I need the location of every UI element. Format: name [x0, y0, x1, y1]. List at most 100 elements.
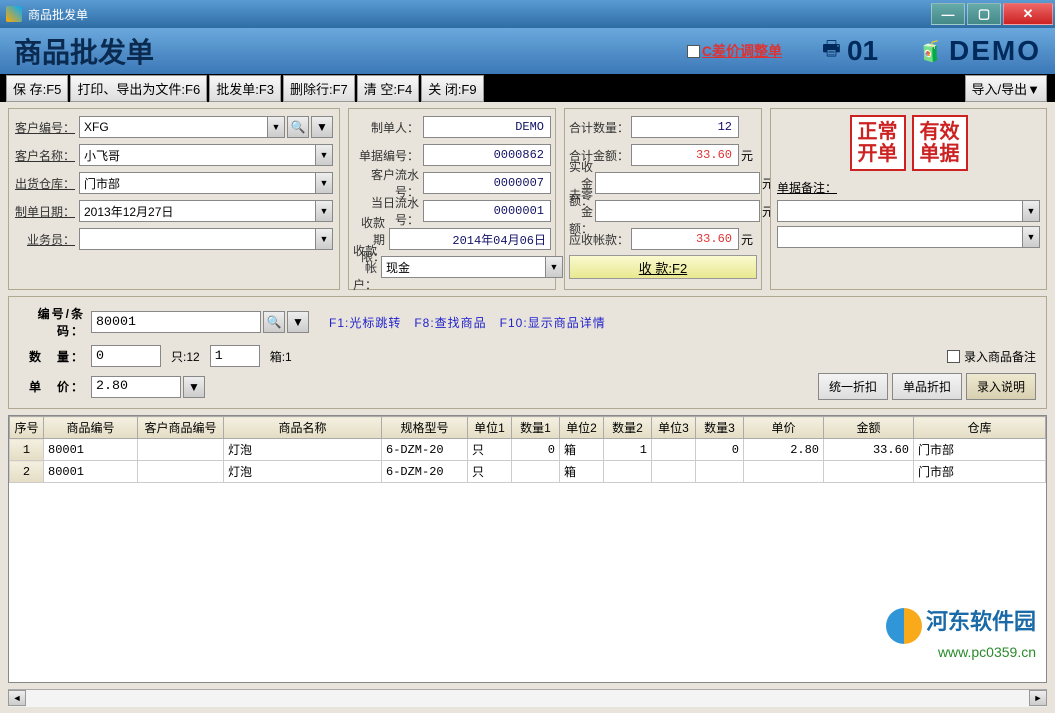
customer-search-icon[interactable]: 🔍: [287, 116, 309, 138]
grid-header[interactable]: 序号: [10, 417, 44, 439]
grid-table[interactable]: 序号商品编号客户商品编号商品名称规格型号单位1数量1单位2数量2单位3数量3单价…: [9, 416, 1046, 483]
grid-header[interactable]: 金额: [824, 417, 914, 439]
entry-hints: F1:光标跳转 F8:查找商品 F10:显示商品详情: [329, 314, 606, 331]
quantity-label: 数 量：: [19, 348, 91, 365]
bill-panel: 制单人：DEMO 单据编号：0000862 客户流水号：0000007 当日流水…: [348, 108, 556, 290]
price-dropdown-icon[interactable]: ▼: [183, 376, 205, 398]
bill-no-value: 0000862: [423, 144, 551, 166]
paid-input[interactable]: [595, 172, 760, 194]
page-title: 商品批发单: [14, 31, 154, 71]
table-row[interactable]: 180001灯泡6-DZM-20只0箱102.8033.60门市部: [10, 439, 1046, 461]
user-name: DEMO: [949, 35, 1041, 67]
import-export-button[interactable]: 导入/导出▼: [965, 75, 1047, 102]
scroll-right-icon[interactable]: ►: [1029, 690, 1047, 706]
customer-code-dropdown[interactable]: ▼: [267, 116, 285, 138]
header: 商品批发单 C差价调整单 🖶 01 🧃 DEMO: [0, 28, 1055, 74]
price-adjust-label[interactable]: C差价调整单: [702, 41, 782, 61]
customer-name-dropdown[interactable]: ▼: [315, 144, 333, 166]
box-qty-input[interactable]: [210, 345, 260, 367]
product-code-input[interactable]: [91, 311, 261, 333]
account-label: 收款帐户：: [353, 242, 381, 293]
station-number: 01: [847, 35, 878, 67]
price-label: 单 价：: [19, 378, 91, 395]
bulk-discount-button[interactable]: 统一折扣: [818, 373, 888, 400]
grid-header[interactable]: 单位3: [652, 417, 696, 439]
horizontal-scrollbar[interactable]: ◄ ►: [8, 689, 1047, 707]
salesman-label: 业务员：: [15, 231, 79, 248]
grid-header[interactable]: 客户商品编号: [138, 417, 224, 439]
wholesale-button[interactable]: 批发单:F3: [209, 75, 281, 102]
notes-dropdown-1[interactable]: ▼: [1022, 200, 1040, 222]
warehouse-dropdown[interactable]: ▼: [315, 172, 333, 194]
grid-header[interactable]: 商品编号: [44, 417, 138, 439]
round-input[interactable]: [595, 200, 760, 222]
product-more-icon[interactable]: ▼: [287, 311, 309, 333]
notes-input-1[interactable]: [777, 200, 1023, 222]
status-normal-badge: 正常开单: [850, 115, 906, 171]
product-search-icon[interactable]: 🔍: [263, 311, 285, 333]
printer-icon: 🖶: [822, 34, 841, 68]
payment-button[interactable]: 收 款:F2: [569, 255, 757, 279]
clear-button[interactable]: 清 空:F4: [357, 75, 419, 102]
grid-header[interactable]: 数量1: [512, 417, 560, 439]
close-button[interactable]: ✕: [1003, 3, 1053, 25]
round-label: 去零金额：: [569, 186, 595, 237]
notes-input-2[interactable]: [777, 226, 1023, 248]
receivable-value: 33.60: [631, 228, 739, 250]
titlebar: 商品批发单 — ▢ ✕: [0, 0, 1055, 28]
account-input[interactable]: [381, 256, 546, 278]
grid-header[interactable]: 单位2: [560, 417, 604, 439]
grid-header[interactable]: 单价: [744, 417, 824, 439]
grid-header[interactable]: 数量3: [696, 417, 744, 439]
bill-no-label: 单据编号：: [353, 147, 423, 164]
product-notes-checkbox[interactable]: [947, 350, 960, 363]
maker-value: DEMO: [423, 116, 551, 138]
price-input[interactable]: [91, 376, 181, 398]
quantity-input[interactable]: [91, 345, 161, 367]
salesman-input[interactable]: [79, 228, 316, 250]
table-row[interactable]: 280001灯泡6-DZM-20只箱门市部: [10, 461, 1046, 483]
scroll-left-icon[interactable]: ◄: [8, 690, 26, 706]
total-qty-value: 12: [631, 116, 739, 138]
maximize-button[interactable]: ▢: [967, 3, 1001, 25]
minimize-button[interactable]: —: [931, 3, 965, 25]
due-date-input[interactable]: [389, 228, 551, 250]
daily-flow-value: 0000001: [423, 200, 551, 222]
grid-header[interactable]: 规格型号: [382, 417, 468, 439]
account-dropdown[interactable]: ▼: [545, 256, 563, 278]
customer-code-label: 客户编号：: [15, 119, 79, 136]
grid-header[interactable]: 商品名称: [224, 417, 382, 439]
close-form-button[interactable]: 关 闭:F9: [421, 75, 483, 102]
warehouse-input[interactable]: [79, 172, 316, 194]
totals-panel: 合计数量：12 合计金额：33.60元 实收金额：元 去零金额：元 应收帐款：3…: [564, 108, 762, 290]
grid-header[interactable]: 单位1: [468, 417, 512, 439]
customer-name-input[interactable]: [79, 144, 316, 166]
customer-more-icon[interactable]: ▼: [311, 116, 333, 138]
grid-header[interactable]: 仓库: [914, 417, 1046, 439]
customer-flow-value: 0000007: [423, 172, 551, 194]
user-icon: 🧃: [918, 39, 943, 64]
price-adjust-checkbox[interactable]: [687, 45, 700, 58]
salesman-dropdown[interactable]: ▼: [315, 228, 333, 250]
bill-date-dropdown[interactable]: ▼: [315, 200, 333, 222]
item-discount-button[interactable]: 单品折扣: [892, 373, 962, 400]
save-button[interactable]: 保 存:F5: [6, 75, 68, 102]
bill-date-label: 制单日期：: [15, 203, 79, 220]
customer-code-input[interactable]: [79, 116, 268, 138]
total-qty-label: 合计数量：: [569, 119, 631, 136]
grid-header[interactable]: 数量2: [604, 417, 652, 439]
product-grid: 序号商品编号客户商品编号商品名称规格型号单位1数量1单位2数量2单位3数量3单价…: [8, 415, 1047, 683]
entry-note-button[interactable]: 录入说明: [966, 373, 1036, 400]
receivable-label: 应收帐款：: [569, 231, 631, 248]
print-export-button[interactable]: 打印、导出为文件:F6: [70, 75, 207, 102]
window-title: 商品批发单: [28, 6, 88, 23]
unit2-label: 箱:1: [260, 348, 302, 365]
bill-date-input[interactable]: [79, 200, 316, 222]
toolbar: 保 存:F5 打印、导出为文件:F6 批发单:F3 删除行:F7 清 空:F4 …: [0, 74, 1055, 102]
delete-row-button[interactable]: 删除行:F7: [283, 75, 355, 102]
receivable-unit: 元: [739, 231, 757, 248]
notes-label: 单据备注：: [777, 179, 1040, 196]
status-panel: 正常开单 有效单据 单据备注： ▼ ▼: [770, 108, 1047, 290]
notes-dropdown-2[interactable]: ▼: [1022, 226, 1040, 248]
entry-panel: 编号/条码： 🔍 ▼ F1:光标跳转 F8:查找商品 F10:显示商品详情 数 …: [8, 296, 1047, 409]
